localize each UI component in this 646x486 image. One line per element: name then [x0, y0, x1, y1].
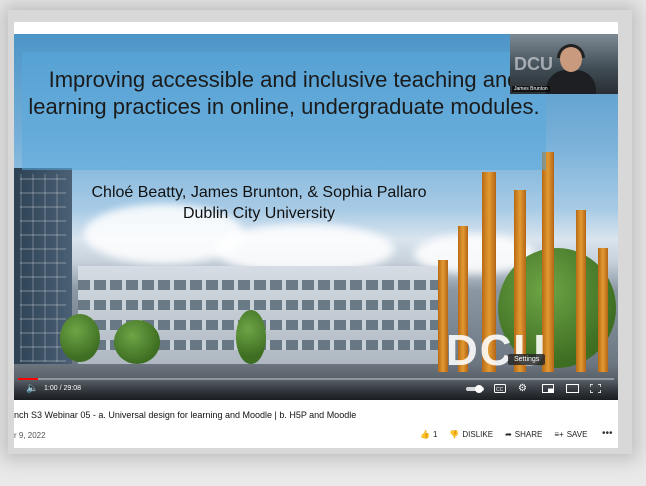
- miniplayer-icon[interactable]: [542, 384, 554, 397]
- webcam-overlay: DCU James Brunton: [510, 34, 618, 94]
- thumbs-up-icon: 👍: [420, 430, 430, 439]
- authors-names: Chloé Beatty, James Brunton, & Sophia Pa…: [91, 184, 427, 201]
- volume-icon[interactable]: 🔈: [26, 383, 38, 395]
- like-count: 1: [432, 430, 438, 439]
- dcu-logo: DCU: [446, 326, 548, 375]
- cam-name-label: James Brunton: [512, 86, 550, 92]
- share-label: SHARE: [514, 430, 543, 439]
- player-controls: 🔈 1:00 / 29:08 CC ⚙: [14, 380, 618, 400]
- svg-text:CC: CC: [496, 387, 504, 393]
- time-display: 1:00 / 29:08: [44, 385, 81, 392]
- settings-tooltip: Settings: [508, 354, 546, 365]
- theater-icon[interactable]: [566, 384, 579, 397]
- share-icon: ➦: [505, 430, 512, 439]
- video-date: r 9, 2022: [14, 431, 46, 440]
- tree: [236, 310, 266, 364]
- thumbs-down-icon: 👎: [449, 430, 460, 439]
- more-options-icon[interactable]: •••: [602, 428, 613, 439]
- gear-icon[interactable]: ⚙: [518, 383, 527, 395]
- save-label: SAVE: [566, 430, 588, 439]
- playlist-add-icon: ≡+: [554, 430, 564, 439]
- video-title: nch S3 Webinar 05 - a. Universal design …: [14, 410, 357, 420]
- like-button[interactable]: 👍 1: [420, 430, 437, 439]
- video-player[interactable]: DCU Improving accessible and inclusive t…: [14, 34, 618, 400]
- fullscreen-icon[interactable]: [589, 383, 602, 397]
- dislike-button[interactable]: 👎 DISLIKE: [449, 430, 493, 439]
- video-actions: 👍 1 👎 DISLIKE ➦ SHARE ≡+ SAVE: [420, 430, 587, 439]
- share-button[interactable]: ➦ SHARE: [505, 430, 542, 439]
- sculpture-pole: [576, 210, 586, 372]
- dislike-label: DISLIKE: [462, 430, 494, 439]
- sculpture-pole: [598, 248, 608, 372]
- slide-title: Improving accessible and inclusive teach…: [28, 67, 540, 119]
- captions-icon[interactable]: CC: [494, 384, 506, 397]
- save-button[interactable]: ≡+ SAVE: [554, 430, 587, 439]
- authors-affiliation: Dublin City University: [182, 205, 336, 222]
- slide-authors: Chloé Beatty, James Brunton, & Sophia Pa…: [14, 182, 504, 224]
- cam-logo: DCU: [514, 54, 553, 74]
- play-toggle-icon[interactable]: [466, 385, 484, 397]
- tree: [60, 314, 100, 362]
- tree: [114, 320, 160, 364]
